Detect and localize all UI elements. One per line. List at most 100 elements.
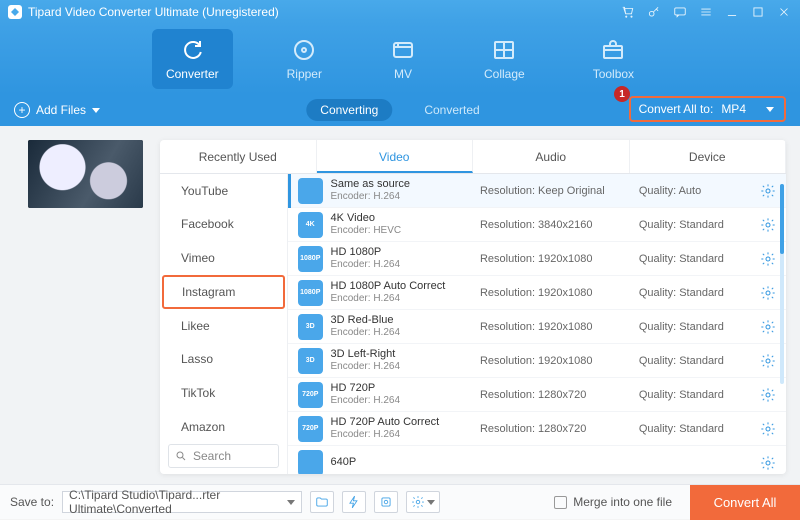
menu-icon[interactable] [698,4,714,20]
tab-label: MV [394,67,412,81]
format-badge-icon: 3D [298,314,323,340]
tab-video[interactable]: Video [317,140,474,173]
format-badge-icon [298,450,323,475]
sidebar-item-vimeo[interactable]: Vimeo [160,241,287,275]
convert-all-button[interactable]: Convert All [690,485,800,520]
format-settings-button[interactable] [760,183,776,199]
tab-label: Converter [166,67,219,81]
tab-mv[interactable]: MV [376,29,430,89]
add-files-button[interactable]: + Add Files [14,102,100,118]
format-row[interactable]: 720P HD 720P Auto CorrectEncoder: H.264 Re… [288,412,786,446]
platform-sidebar: YouTube Facebook Vimeo 2 Instagram Likee… [160,174,288,474]
convert-all-label: Convert All to: [639,102,714,116]
tab-device[interactable]: Device [630,140,787,173]
open-folder-button[interactable] [310,491,334,513]
format-row[interactable]: 720PHD 720PEncoder: H.264Resolution: 128… [288,378,786,412]
format-list[interactable]: Same as sourceEncoder: H.264 Resolution: … [288,174,786,474]
format-row[interactable]: Same as sourceEncoder: H.264Resolution: … [288,174,786,208]
maximize-icon[interactable] [750,4,766,20]
chevron-down-icon [92,108,100,113]
merge-checkbox[interactable]: Merge into one file [554,495,672,509]
format-resolution: Resolution: 1920x1080 [480,355,631,367]
bottom-bar: Save to: C:\Tipard Studio\Tipard...rter … [0,484,800,519]
tab-collage[interactable]: Collage [470,29,539,89]
annotation-1: 1 [614,86,630,102]
format-resolution: Resolution: 1920x1080 [480,321,631,333]
format-settings-button[interactable] [760,387,776,403]
format-title: 3D Left-RightEncoder: H.264 [331,348,472,373]
format-settings-button[interactable] [760,455,776,471]
close-icon[interactable] [776,4,792,20]
video-thumbnail[interactable] [28,140,143,208]
format-quality: Quality: Standard [639,355,752,367]
key-icon[interactable] [646,4,662,20]
format-title: 640P [331,456,472,469]
collage-icon [491,37,517,63]
sidebar-item-tiktok[interactable]: TikTok [160,376,287,410]
format-resolution: Resolution: 1920x1080 [480,287,631,299]
gpu-button[interactable] [374,491,398,513]
sidebar-item-likee[interactable]: Likee [160,309,287,343]
format-row[interactable]: 3D3D Left-RightEncoder: H.264Resolution:… [288,344,786,378]
format-row[interactable]: 3D3D Red-BlueEncoder: H.264Resolution: 1… [288,310,786,344]
search-icon [175,450,187,462]
tab-ripper[interactable]: Ripper [273,29,336,89]
format-quality: Quality: Standard [639,389,752,401]
search-placeholder: Search [193,449,231,463]
pill-converted[interactable]: Converted [410,99,493,121]
format-quality: Quality: Standard [639,219,752,231]
status-pills: Converting Converted [306,99,493,121]
settings-dropdown[interactable] [406,491,440,513]
save-path-dropdown[interactable]: C:\Tipard Studio\Tipard...rter Ultimate\… [62,491,302,513]
app-logo [8,5,22,19]
format-resolution: Resolution: 1920x1080 [480,253,631,265]
format-quality: Quality: Standard [639,321,752,333]
format-title: 4K VideoEncoder: HEVC [331,212,472,237]
format-badge-icon: 720P [298,382,323,408]
chevron-down-icon [427,500,435,505]
format-settings-button[interactable] [760,285,776,301]
format-badge-icon: 720P [298,416,323,442]
format-quality: Quality: Standard [639,423,752,435]
feedback-icon[interactable] [672,4,688,20]
format-title: Same as sourceEncoder: H.264 [331,178,472,203]
format-title: HD 720P Auto CorrectEncoder: H.264 [331,416,472,441]
format-row[interactable]: 1080PHD 1080PEncoder: H.264Resolution: 1… [288,242,786,276]
format-settings-button[interactable] [760,217,776,233]
cart-icon[interactable] [620,4,636,20]
tab-recently-used[interactable]: Recently Used [160,140,317,173]
sidebar-item-facebook[interactable]: Facebook [160,208,287,242]
panel-body: YouTube Facebook Vimeo 2 Instagram Likee… [160,174,786,474]
format-row[interactable]: 1080PHD 1080P Auto CorrectEncoder: H.264… [288,276,786,310]
converter-icon [179,37,205,63]
sidebar-item-youtube[interactable]: YouTube [160,174,287,208]
chevron-down-icon [287,500,295,505]
scrollbar[interactable] [780,184,784,384]
convert-all-dropdown[interactable]: Convert All to: MP4 [629,96,786,122]
format-title: HD 720PEncoder: H.264 [331,382,472,407]
format-row[interactable]: 640P [288,446,786,474]
tab-audio[interactable]: Audio [473,140,630,173]
format-settings-button[interactable] [760,421,776,437]
category-tabs: Recently Used Video Audio Device [160,140,786,174]
format-settings-button[interactable] [760,251,776,267]
minimize-icon[interactable] [724,4,740,20]
format-row[interactable]: 4K 4K VideoEncoder: HEVC Resolution: 3840x… [288,208,786,242]
tab-converter[interactable]: Converter [152,29,233,89]
format-settings-button[interactable] [760,353,776,369]
format-resolution: Resolution: 1280x720 [480,423,631,435]
tab-toolbox[interactable]: Toolbox [579,29,648,89]
tab-label: Toolbox [593,67,634,81]
sidebar-item-amazon[interactable]: Amazon [160,410,287,444]
plus-icon: + [14,102,30,118]
format-badge-icon: 4K [298,212,323,238]
format-resolution: Resolution: 3840x2160 [480,219,631,231]
sidebar-item-lasso[interactable]: Lasso [160,343,287,377]
search-input[interactable]: Search [168,444,279,468]
sidebar-item-instagram[interactable]: 2 Instagram [162,275,285,309]
format-settings-button[interactable] [760,319,776,335]
lightning-button[interactable] [342,491,366,513]
format-title: HD 1080P Auto CorrectEncoder: H.264 [331,280,472,305]
pill-converting[interactable]: Converting [306,99,392,121]
tab-label: Ripper [287,67,322,81]
